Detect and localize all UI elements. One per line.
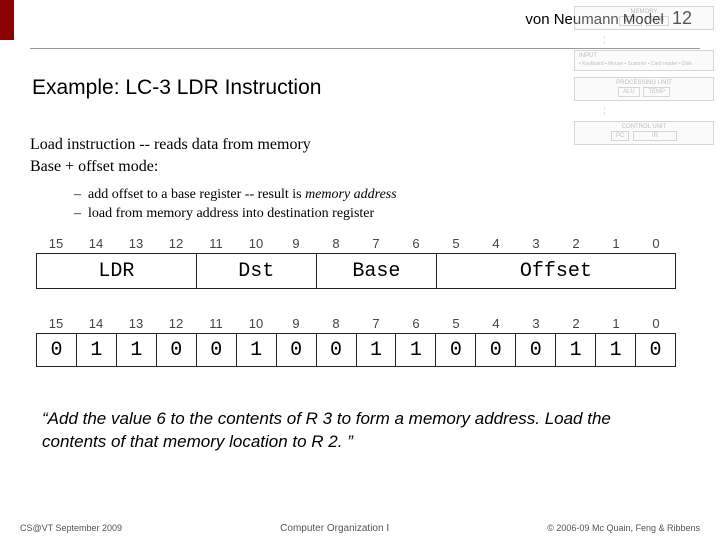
diagram-pu-label: PROCESSING UNIT xyxy=(579,80,709,86)
bit-index: 9 xyxy=(276,316,316,331)
intro-line2: Base + offset mode: xyxy=(30,156,311,178)
diagram-mdr: MDR xyxy=(646,16,670,26)
bit-value: 1 xyxy=(117,334,157,366)
accent-bar xyxy=(0,0,14,40)
diagram-temp: TEMP xyxy=(643,87,670,97)
bit-index: 8 xyxy=(316,236,356,251)
bit-value: 0 xyxy=(436,334,476,366)
bit-value: 0 xyxy=(157,334,197,366)
bit-index: 0 xyxy=(636,236,676,251)
slide-title: Example: LC-3 LDR Instruction xyxy=(32,76,321,100)
bit-value: 1 xyxy=(596,334,636,366)
bit-index: 6 xyxy=(396,236,436,251)
bit-index: 10 xyxy=(236,316,276,331)
bit-index: 9 xyxy=(276,236,316,251)
bullet-item: – load from memory address into destinat… xyxy=(74,205,397,224)
bit-index: 15 xyxy=(36,236,76,251)
bit-index: 13 xyxy=(116,236,156,251)
bit-index: 2 xyxy=(556,236,596,251)
field-base: Base xyxy=(317,254,437,288)
diagram-pc: PC xyxy=(611,131,629,141)
footer-mid: Computer Organization I xyxy=(122,523,547,534)
bit-index: 3 xyxy=(516,236,556,251)
bit-index: 12 xyxy=(156,316,196,331)
field-offset: Offset xyxy=(437,254,675,288)
bit-index: 15 xyxy=(36,316,76,331)
bullet-dash: – xyxy=(74,186,88,205)
intro-text: Load instruction -- reads data from memo… xyxy=(30,134,311,177)
bit-value: 1 xyxy=(556,334,596,366)
bit-index-row: 15 14 13 12 11 10 9 8 7 6 5 4 3 2 1 0 xyxy=(36,316,676,331)
bit-value: 0 xyxy=(476,334,516,366)
bit-value: 0 xyxy=(197,334,237,366)
field-dst: Dst xyxy=(197,254,317,288)
bit-index-row: 15 14 13 12 11 10 9 8 7 6 5 4 3 2 1 0 xyxy=(36,236,676,251)
bit-value: 0 xyxy=(317,334,357,366)
bit-value: 1 xyxy=(396,334,436,366)
bit-index: 14 xyxy=(76,316,116,331)
explanation-quote: “Add the value 6 to the contents of R 3 … xyxy=(42,408,642,454)
bit-index: 6 xyxy=(396,316,436,331)
field-opcode: LDR xyxy=(37,254,197,288)
footer-right: © 2006-09 Mc Quain, Feng & Ribbens xyxy=(547,523,700,534)
bit-index: 11 xyxy=(196,236,236,251)
bit-value: 0 xyxy=(277,334,317,366)
bit-value-row: 0 1 1 0 0 1 0 0 1 1 0 0 0 1 1 0 xyxy=(36,333,676,367)
bit-value: 1 xyxy=(237,334,277,366)
bullet-text: add offset to a base register -- result … xyxy=(88,187,305,202)
bit-index: 14 xyxy=(76,236,116,251)
diagram-cu-label: CONTROL UNIT xyxy=(579,124,709,130)
bit-index: 3 xyxy=(516,316,556,331)
bit-index: 5 xyxy=(436,236,476,251)
diagram-mar: MAR xyxy=(619,16,642,26)
bit-index: 7 xyxy=(356,316,396,331)
bit-value: 0 xyxy=(516,334,556,366)
bit-index: 13 xyxy=(116,316,156,331)
bullet-text: load from memory address into destinatio… xyxy=(88,206,374,221)
bit-value: 1 xyxy=(77,334,117,366)
bit-index: 10 xyxy=(236,236,276,251)
diagram-alu: ALU xyxy=(618,87,640,97)
bullet-em: memory address xyxy=(305,187,397,202)
bullet-item: – add offset to a base register -- resul… xyxy=(74,186,397,205)
bullet-dash: – xyxy=(74,205,88,224)
bit-value: 0 xyxy=(37,334,77,366)
bit-index: 12 xyxy=(156,236,196,251)
bit-index: 1 xyxy=(596,316,636,331)
footer: CS@VT September 2009 Computer Organizati… xyxy=(0,523,720,534)
field-row: LDR Dst Base Offset xyxy=(36,253,676,289)
bit-index: 11 xyxy=(196,316,236,331)
diagram-input-items: • Keyboard • Mouse • Scanner • Card read… xyxy=(579,61,709,68)
bit-index: 7 xyxy=(356,236,396,251)
bit-index: 4 xyxy=(476,316,516,331)
diagram-memory-label: MEMORY xyxy=(579,9,709,15)
intro-line1: Load instruction -- reads data from memo… xyxy=(30,134,311,156)
diagram-input-label: INPUT xyxy=(579,53,709,59)
bit-index: 1 xyxy=(596,236,636,251)
bit-value: 1 xyxy=(357,334,397,366)
instruction-value-table: 15 14 13 12 11 10 9 8 7 6 5 4 3 2 1 0 0 … xyxy=(36,316,676,367)
footer-left: CS@VT September 2009 xyxy=(20,523,122,534)
bit-index: 4 xyxy=(476,236,516,251)
instruction-format-table: 15 14 13 12 11 10 9 8 7 6 5 4 3 2 1 0 LD… xyxy=(36,236,676,289)
bit-index: 2 xyxy=(556,316,596,331)
bit-index: 8 xyxy=(316,316,356,331)
bullet-list: – add offset to a base register -- resul… xyxy=(74,186,397,224)
bit-value: 0 xyxy=(636,334,675,366)
architecture-diagram: MEMORY MAR MDR INPUT • Keyboard • Mouse … xyxy=(574,0,714,240)
bit-index: 0 xyxy=(636,316,676,331)
diagram-ir: IR xyxy=(633,131,677,141)
bit-index: 5 xyxy=(436,316,476,331)
